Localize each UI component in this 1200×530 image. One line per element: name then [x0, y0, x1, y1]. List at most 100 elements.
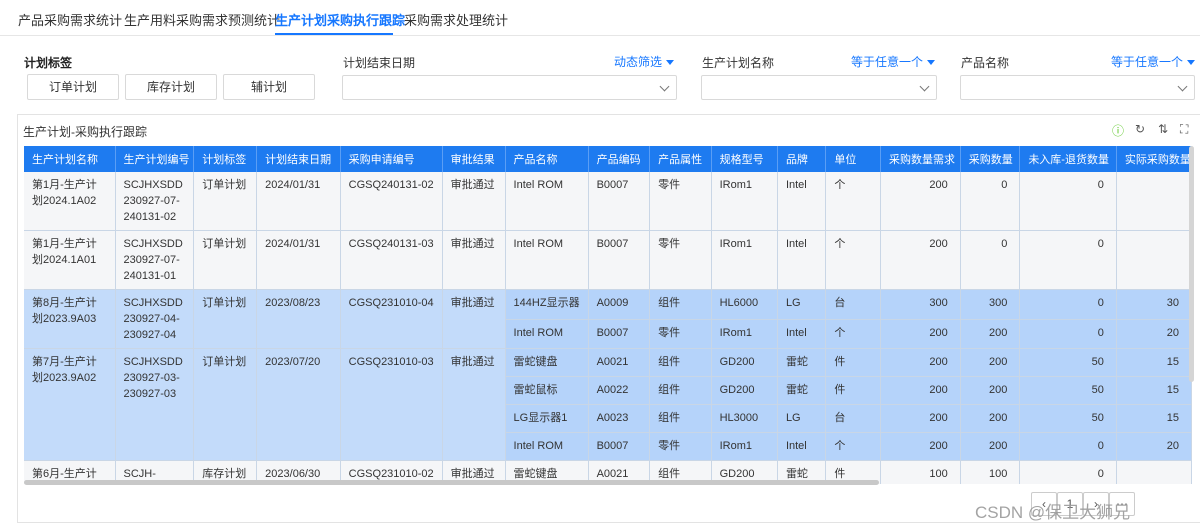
spec-cell: HL6000 [711, 289, 778, 320]
chevron-down-icon [659, 81, 670, 92]
chevron-down-icon [1177, 81, 1188, 92]
plan-tag-cell: 订单计划 [193, 172, 258, 231]
vertical-scrollbar[interactable] [1189, 146, 1194, 382]
approval-cell: 审批通过 [442, 289, 506, 349]
actual-qty-cell: 30 [1116, 289, 1192, 320]
actual-qty-cell: 15 [1116, 376, 1192, 405]
brand-cell: Intel [777, 230, 827, 290]
product-name-cell: Intel ROM [505, 319, 589, 349]
end-date-select[interactable] [342, 75, 677, 100]
fullscreen-icon[interactable]: ⛶ [1180, 122, 1188, 137]
order-plan-button[interactable]: 订单计划 [27, 74, 119, 100]
plan-name-select[interactable] [701, 75, 937, 100]
table-row[interactable]: 第1月-生产计划2024.1A02 SCJHXSDD230927-07-24013… [24, 172, 1192, 231]
tab-plan-purchase-tracking[interactable]: 生产计划采购执行跟踪 [275, 10, 405, 29]
demand-qty-cell: 200 [880, 319, 961, 349]
product-name-cell: 雷蛇键盘 [505, 348, 589, 377]
request-code-cell: CGSQ240131-02 [340, 172, 443, 231]
horizontal-scrollbar[interactable] [24, 480, 879, 485]
aux-plan-button[interactable]: 辅计划 [223, 74, 315, 100]
returned-qty-cell: 0 [1019, 319, 1117, 349]
plan-code-cell: SCJHXSDD230927-07-240131-02 [115, 172, 195, 231]
tab-material-demand-forecast[interactable]: 生产用料采购需求预测统计 [124, 10, 280, 29]
table-row[interactable]: 第7月-生产计划2023.9A02 SCJHXSDD230927-03-23092… [24, 348, 1192, 461]
column-header[interactable]: 产品编码 [588, 146, 651, 172]
purchase-qty-cell: 300 [960, 289, 1021, 320]
sort-icon[interactable]: ⇅ [1158, 122, 1168, 136]
product-attr-cell: 零件 [649, 319, 712, 349]
demand-qty-cell: 200 [880, 376, 961, 405]
actual-qty-cell: 15 [1116, 348, 1192, 377]
plan-code-cell: SCJHXSDD230927-03-230927-03 [115, 348, 195, 461]
plan-name-label: 生产计划名称 [702, 56, 775, 70]
tab-product-purchase-demand[interactable]: 产品采购需求统计 [18, 10, 122, 29]
column-header[interactable]: 产品名称 [505, 146, 589, 172]
column-header[interactable]: 采购申请编号 [340, 146, 443, 172]
actual-qty-cell [1116, 172, 1192, 231]
caret-down-icon [927, 60, 936, 66]
tracking-table: 生产计划名称 生产计划编号 计划标签 计划结束日期 采购申请编号 审批结果 产品名称 产品编码… [24, 146, 1192, 484]
spec-cell: IRom1 [711, 230, 778, 290]
returned-qty-cell: 50 [1019, 404, 1117, 433]
product-name-label: 产品名称 [961, 56, 1010, 70]
approval-cell: 审批通过 [442, 230, 506, 290]
column-header[interactable]: 规格型号 [711, 146, 778, 172]
product-attr-cell: 组件 [649, 404, 712, 433]
purchase-qty-cell: 0 [960, 230, 1021, 290]
unit-cell: 个 [825, 319, 881, 349]
stock-plan-button[interactable]: 库存计划 [125, 74, 217, 100]
product-name-operator[interactable]: 等于任意一个 [1111, 53, 1196, 70]
column-header[interactable]: 采购数量 [960, 146, 1021, 172]
actual-qty-cell: 20 [1116, 432, 1192, 461]
product-code-cell: B0007 [588, 230, 651, 290]
product-name-select[interactable] [960, 75, 1195, 100]
spec-cell: IRom1 [711, 432, 778, 461]
actual-qty-cell: 15 [1116, 404, 1192, 433]
request-code-cell: CGSQ240131-03 [340, 230, 443, 290]
column-header[interactable]: 未入库-退货数量 [1019, 146, 1117, 172]
unit-cell: 台 [825, 404, 881, 433]
spec-cell: IRom1 [711, 172, 778, 231]
caret-down-icon [666, 60, 675, 66]
brand-cell: 雷蛇 [777, 348, 827, 377]
product-name-cell: Intel ROM [505, 432, 589, 461]
product-code-cell: A0022 [588, 376, 651, 405]
end-date-cell: 2023/07/20 [256, 348, 341, 461]
column-header[interactable]: 计划结束日期 [256, 146, 341, 172]
column-header[interactable]: 审批结果 [442, 146, 506, 172]
info-icon[interactable]: ⓘ [1112, 122, 1124, 139]
plan-name-operator[interactable]: 等于任意一个 [851, 53, 936, 70]
column-header[interactable]: 实际采购数量 [1116, 146, 1192, 172]
unit-cell: 台 [825, 289, 881, 320]
demand-qty-cell: 200 [880, 172, 961, 231]
column-header[interactable]: 计划标签 [193, 146, 258, 172]
demand-qty-cell: 300 [880, 289, 961, 320]
returned-qty-cell: 0 [1019, 172, 1117, 231]
end-date-cell: 2024/01/31 [256, 172, 341, 231]
column-header[interactable]: 单位 [825, 146, 881, 172]
plan-code-cell: SCJHXSDD230927-04-230927-04 [115, 289, 195, 349]
table-row[interactable]: 第1月-生产计划2024.1A01 SCJHXSDD230927-07-24013… [24, 230, 1192, 290]
tab-purchase-demand-processing[interactable]: 采购需求处理统计 [404, 10, 508, 29]
approval-cell: 审批通过 [442, 348, 506, 461]
actual-qty-cell [1116, 460, 1192, 484]
refresh-icon[interactable]: ↻ [1135, 122, 1145, 136]
product-name-cell: 144HZ显示器 [505, 289, 589, 320]
plan-name-cell: 第8月-生产计划2023.9A03 [24, 289, 116, 349]
end-date-operator[interactable]: 动态筛选 [614, 53, 675, 70]
spec-cell: IRom1 [711, 319, 778, 349]
unit-cell: 件 [825, 348, 881, 377]
column-header[interactable]: 生产计划名称 [24, 146, 116, 172]
brand-cell: LG [777, 404, 827, 433]
column-header[interactable]: 采购数量需求 [880, 146, 961, 172]
column-header[interactable]: 品牌 [777, 146, 827, 172]
approval-cell: 审批通过 [442, 172, 506, 231]
column-header[interactable]: 产品属性 [649, 146, 712, 172]
purchase-qty-cell: 200 [960, 404, 1021, 433]
plan-tag-label: 计划标签 [24, 56, 73, 70]
column-header[interactable]: 生产计划编号 [115, 146, 195, 172]
returned-qty-cell: 0 [1019, 289, 1117, 320]
table-row[interactable]: 第8月-生产计划2023.9A03 SCJHXSDD230927-04-23092… [24, 289, 1192, 349]
product-attr-cell: 零件 [649, 432, 712, 461]
active-tab-indicator [275, 33, 393, 35]
